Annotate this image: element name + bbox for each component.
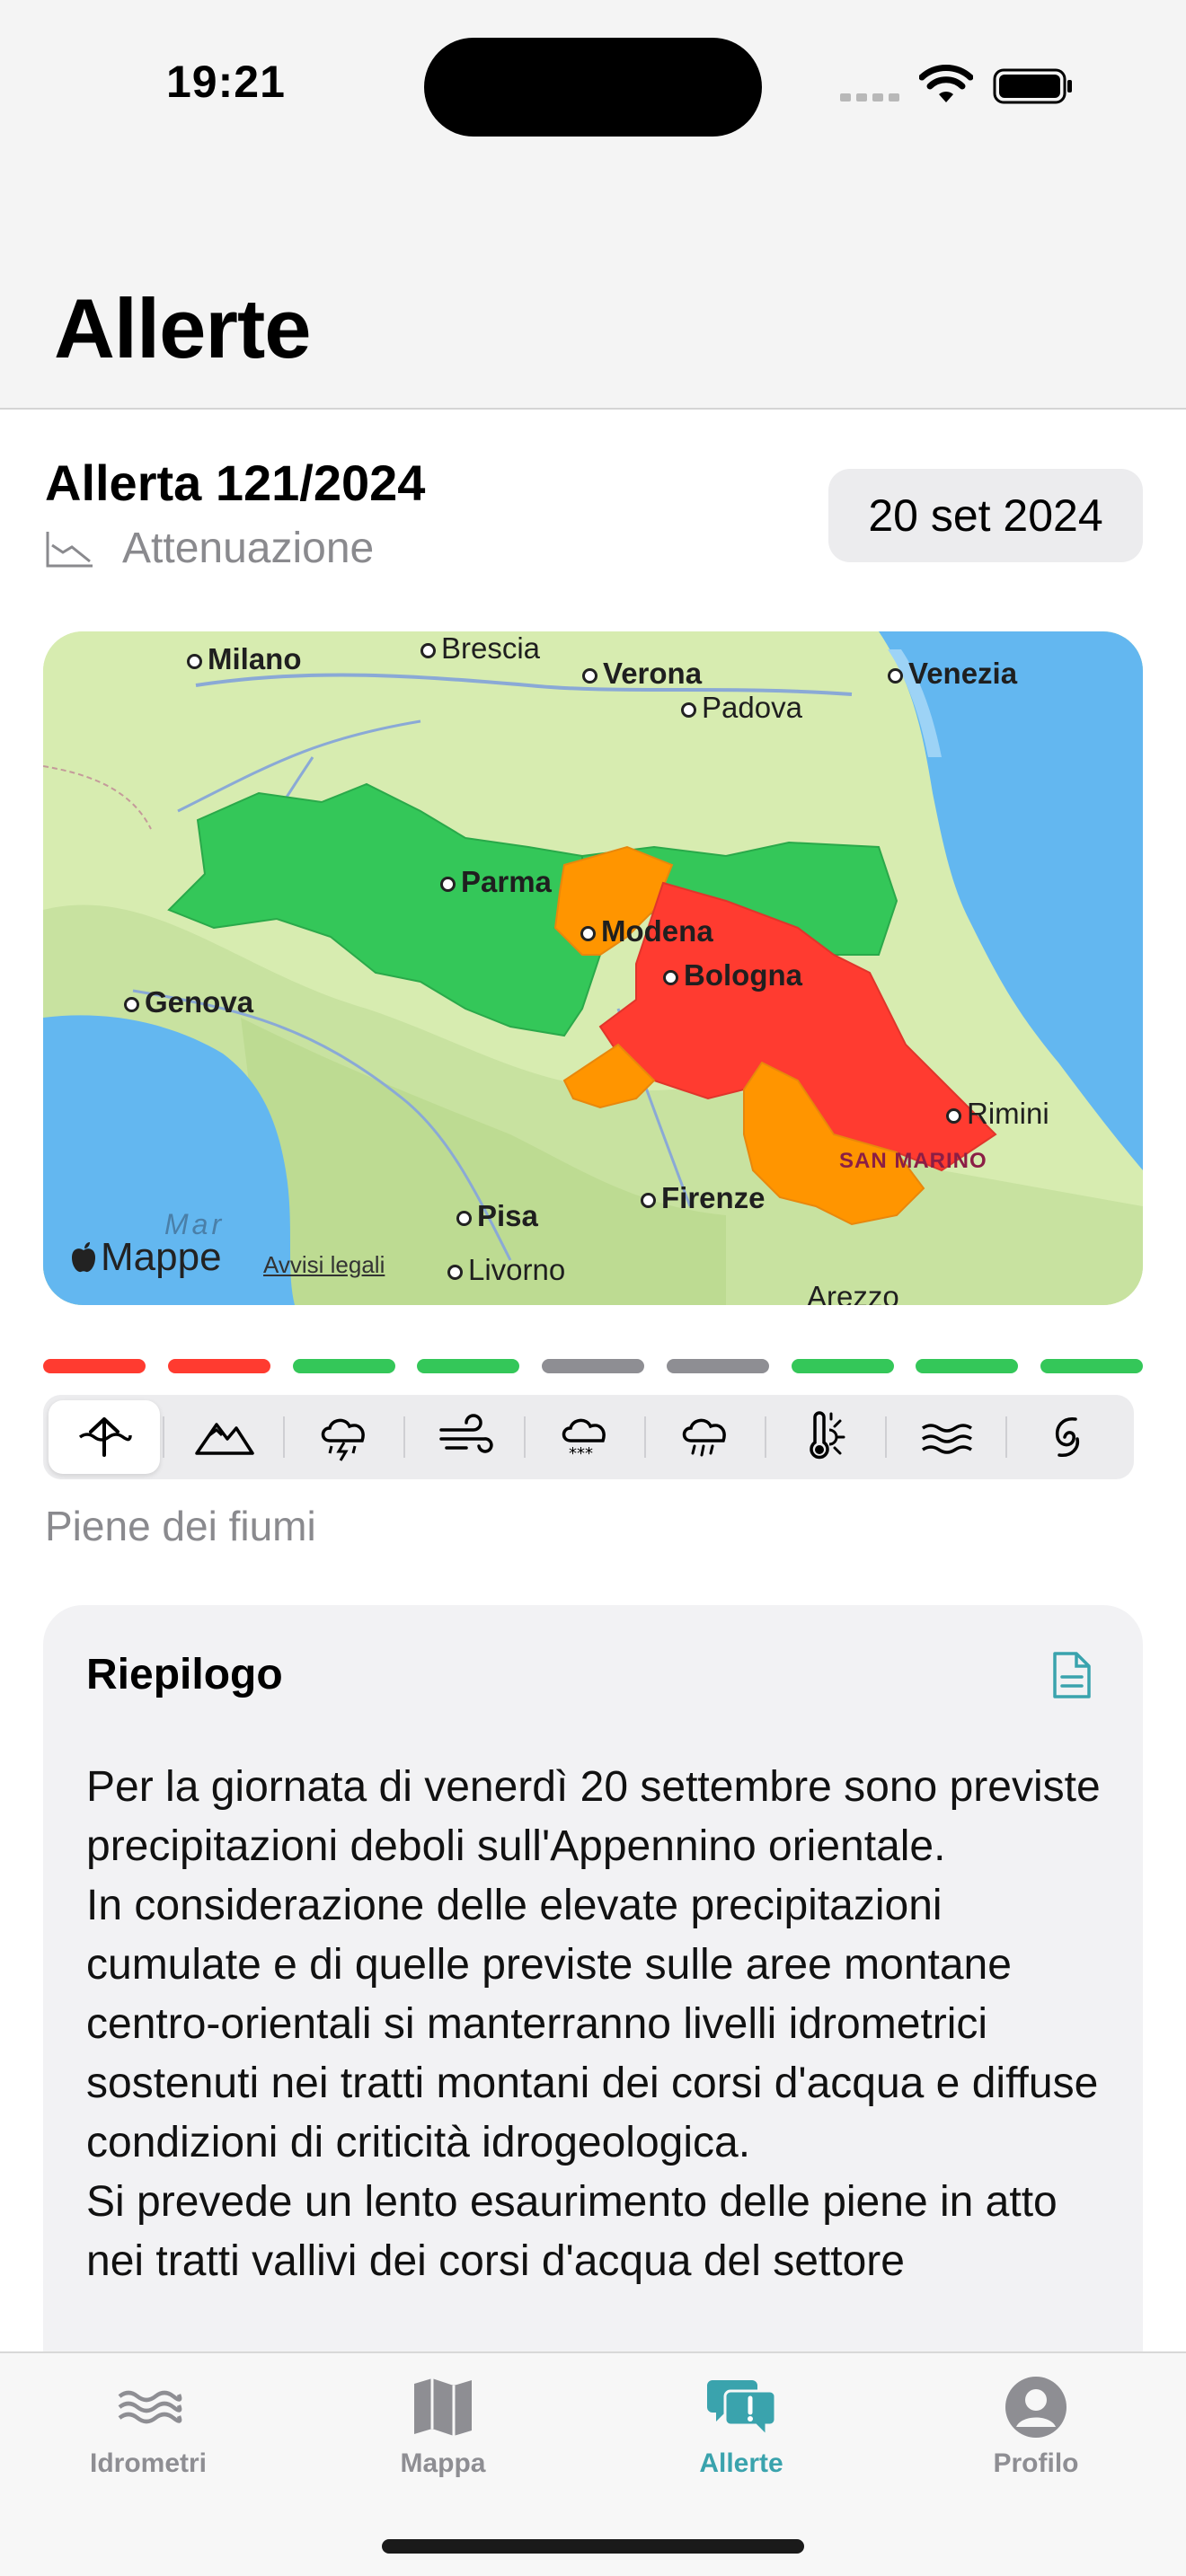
map-city-label: Verona xyxy=(582,657,702,691)
tab-idrometri[interactable]: Idrometri xyxy=(58,2371,238,2479)
map-city-label: Venezia xyxy=(888,657,1017,691)
risk-tab-snow[interactable]: *** xyxy=(530,1400,642,1474)
map-city-label: Bologna xyxy=(663,958,802,992)
map-icon xyxy=(414,2378,472,2436)
risk-type-selector[interactable]: *** xyxy=(43,1395,1134,1479)
map-state-label: SAN MARINO xyxy=(839,1149,987,1173)
tab-mappa[interactable]: Mappa xyxy=(353,2371,533,2479)
risk-level-bar-gray xyxy=(666,1359,769,1373)
mountains-icon xyxy=(195,1423,254,1455)
cyclone-icon xyxy=(1055,1417,1080,1457)
maps-logo: Mappe xyxy=(70,1235,222,1280)
alert-title: Allerta 121/2024 xyxy=(45,454,426,511)
snow-icon: *** xyxy=(562,1418,606,1463)
summary-card: Riepilogo Per la giornata di venerdì 20 … xyxy=(43,1605,1143,2413)
risk-level-bars xyxy=(43,1359,1143,1373)
map-city-label: Firenze xyxy=(641,1181,766,1215)
svg-text:***: *** xyxy=(569,1444,593,1463)
tab-label: Profilo xyxy=(993,2448,1079,2478)
risk-level-bar-green xyxy=(791,1359,894,1373)
risk-level-bar-green xyxy=(1040,1359,1143,1373)
risk-level-bar-red xyxy=(43,1359,146,1373)
risk-level-bar-red xyxy=(167,1359,270,1373)
sea-waves-icon xyxy=(922,1424,972,1454)
map-city-label: Rimini xyxy=(946,1097,1049,1131)
tab-label: Mappa xyxy=(400,2448,486,2478)
tab-allerte[interactable]: Allerte xyxy=(651,2371,831,2479)
apple-logo-icon xyxy=(72,1242,95,1273)
map-city-label: Milano xyxy=(187,642,302,676)
map-canvas xyxy=(43,631,1143,1305)
ice-rain-icon xyxy=(682,1418,726,1457)
risk-tab-ice-rain[interactable] xyxy=(651,1400,762,1474)
risk-tab-wind[interactable] xyxy=(410,1400,521,1474)
risk-tab-temperature[interactable] xyxy=(771,1400,882,1474)
summary-paragraph: In considerazione delle elevate precipit… xyxy=(86,1882,1099,2166)
risk-tab-thunderstorm[interactable] xyxy=(289,1400,401,1474)
river-flood-icon xyxy=(78,1417,132,1457)
risk-level-bar-green xyxy=(417,1359,520,1373)
person-icon xyxy=(1005,2377,1067,2438)
alert-date-button[interactable]: 20 set 2024 xyxy=(828,469,1143,562)
selected-risk-caption: Piene dei fiumi xyxy=(45,1503,316,1549)
summary-text: Per la giornata di venerdì 20 settembre … xyxy=(86,1758,1111,2291)
risk-level-bar-green xyxy=(916,1359,1019,1373)
tab-label: Allerte xyxy=(699,2448,783,2478)
thunderstorm-icon xyxy=(321,1418,365,1461)
summary-title: Riepilogo xyxy=(86,1651,283,1698)
alert-trend-label: Attenuazione xyxy=(122,525,375,572)
alert-bubble-icon xyxy=(707,2380,777,2439)
water-waves-icon xyxy=(118,2390,182,2424)
battery-icon xyxy=(993,68,1072,104)
risk-tab-river-flood[interactable] xyxy=(49,1400,160,1474)
cellular-signal-icon xyxy=(840,93,899,101)
map-city-label: Brescia xyxy=(420,631,540,666)
wifi-icon xyxy=(919,65,973,102)
status-bar: 19:21 xyxy=(0,0,1186,153)
document-icon[interactable] xyxy=(1051,1650,1093,1700)
map-city-label: Genova xyxy=(124,985,253,1019)
risk-tab-sea-waves[interactable] xyxy=(891,1400,1003,1474)
map-city-label: Livorno xyxy=(447,1253,565,1287)
tab-profilo[interactable]: Profilo xyxy=(946,2371,1126,2479)
map-city-label: Padova xyxy=(681,691,802,725)
status-time: 19:21 xyxy=(166,57,286,107)
maps-logo-label: Mappe xyxy=(101,1235,222,1279)
temperature-icon xyxy=(810,1411,845,1460)
alert-trend: Attenuazione xyxy=(45,524,374,573)
summary-paragraph: Si prevede un lento esaurimento delle pi… xyxy=(86,2178,1058,2285)
home-indicator xyxy=(382,2539,804,2554)
wind-icon xyxy=(439,1414,493,1453)
map-city-label: Arezzo xyxy=(807,1280,899,1305)
navigation-header: Allerte xyxy=(0,153,1186,410)
alert-map[interactable]: Milano Brescia Verona Padova Venezia Par… xyxy=(43,631,1143,1305)
legal-notices-link[interactable]: Avvisi legali xyxy=(263,1251,385,1279)
dynamic-island xyxy=(424,38,762,137)
tab-label: Idrometri xyxy=(89,2448,208,2478)
map-city-label: Parma xyxy=(440,865,552,899)
map-city-label: Pisa xyxy=(456,1199,538,1233)
risk-tab-cyclone[interactable] xyxy=(1012,1400,1123,1474)
map-city-label: Modena xyxy=(580,914,713,948)
page-title: Allerte xyxy=(54,281,312,375)
trend-down-chart-icon xyxy=(46,531,93,567)
risk-tab-mountains[interactable] xyxy=(169,1400,280,1474)
risk-level-bar-gray xyxy=(542,1359,644,1373)
summary-paragraph: Per la giornata di venerdì 20 settembre … xyxy=(86,1763,1101,1870)
risk-level-bar-green xyxy=(292,1359,395,1373)
